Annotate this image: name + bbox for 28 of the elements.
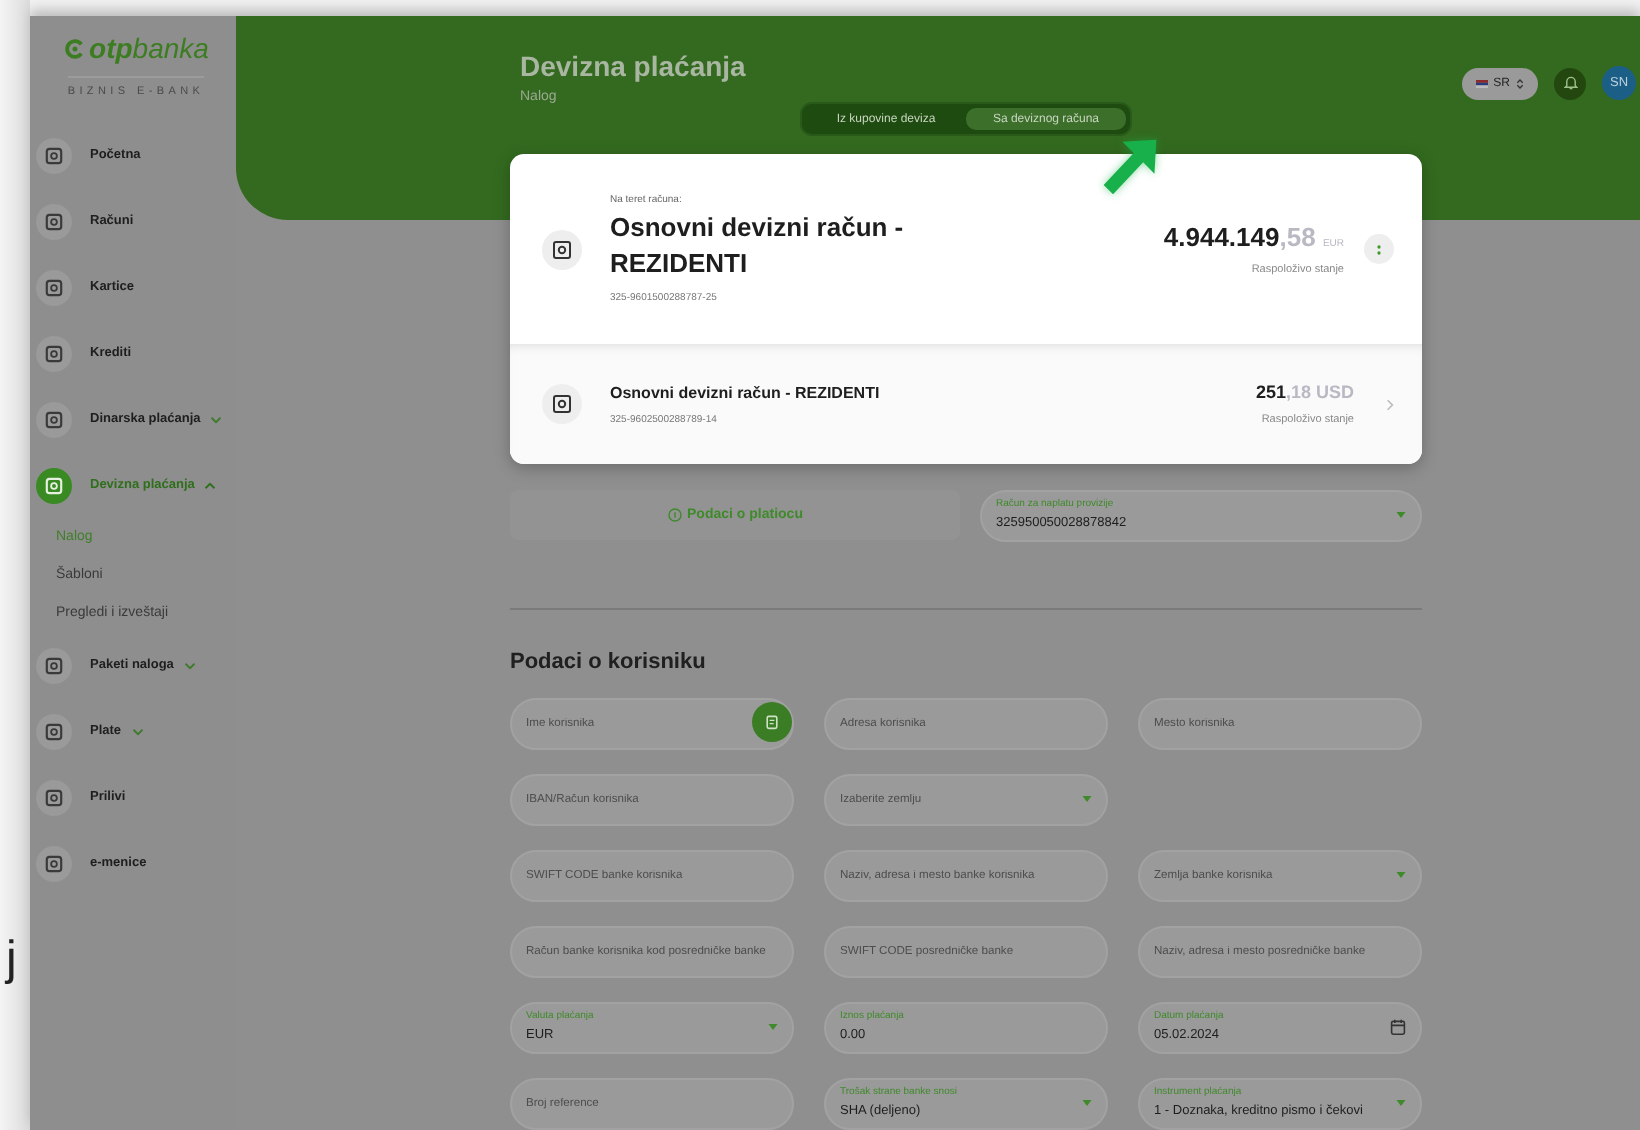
safe-icon [542,384,582,424]
bell-icon [1563,74,1577,92]
background-page-text: j [2,936,19,984]
annotation-arrow [1098,136,1162,200]
logo-text: otpbanka [89,32,209,64]
sort-arrows-icon [1516,77,1524,89]
caret-icon [1396,512,1406,518]
account-balance: 251,18 USD [1255,382,1354,402]
safe-icon [36,203,72,239]
info-icon [667,508,682,522]
caret-icon [1396,872,1406,878]
chevron-right-icon [1386,397,1394,411]
section-heading: Podaci o korisniku [510,650,708,674]
notification-button[interactable] [1554,67,1586,99]
logo-icon [63,37,86,59]
account-name: Osnovni devizni račun - REZIDENTI [610,209,906,281]
safe-icon [542,229,582,269]
calendar-icon [1390,1018,1406,1036]
collapse-button[interactable] [1364,234,1394,264]
page-title: Devizna plaćanja [520,50,748,82]
caret-icon [1082,1100,1092,1106]
dots-icon [1376,243,1382,255]
caret-icon [768,1024,778,1030]
caret-icon [1082,796,1092,802]
flag-icon [1475,79,1488,87]
caret-icon [1396,1100,1406,1106]
clipboard-icon [764,714,780,730]
account-name: Osnovni devizni račun - REZIDENTI [610,383,882,401]
